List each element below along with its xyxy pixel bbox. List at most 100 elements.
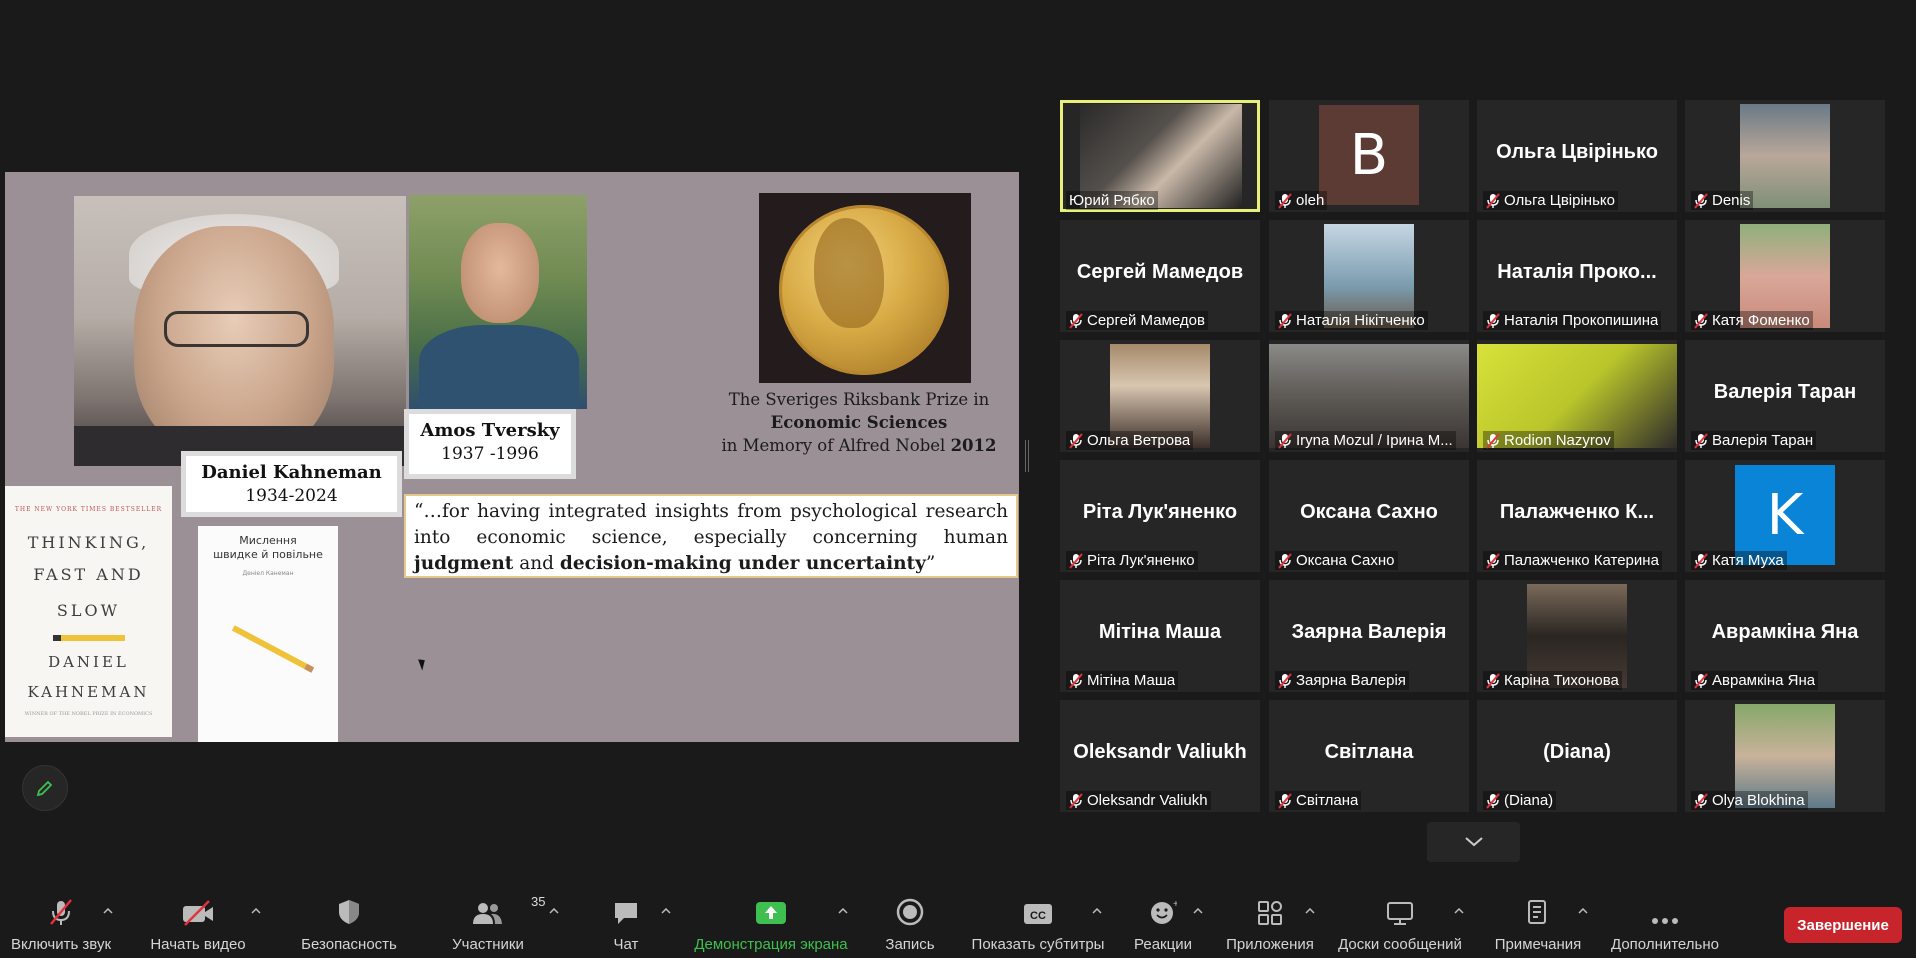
participants-button[interactable]: 35 Участники <box>448 888 545 958</box>
book2-title-1: Мислення <box>239 534 297 547</box>
book1-author-2: KAHNEMAN <box>27 683 150 701</box>
participant-label: Rodion Nazyrov <box>1483 431 1614 450</box>
gallery-next-page-button[interactable] <box>1427 822 1520 862</box>
notes-label: Примечания <box>1494 936 1582 953</box>
participant-tile[interactable]: Boleh <box>1269 100 1469 212</box>
mic-muted-icon <box>1694 192 1708 209</box>
participant-tile[interactable]: Ріта Лук'яненко Ріта Лук'яненко <box>1060 460 1260 572</box>
whiteboards-options-caret[interactable] <box>1454 908 1464 918</box>
participant-display-name: Світлана <box>1324 741 1414 763</box>
notes-button[interactable]: Примечания <box>1488 888 1588 958</box>
participant-tile[interactable]: Ольга Ветрова <box>1060 340 1260 452</box>
whiteboards-button[interactable]: Доски сообщений <box>1332 888 1468 958</box>
notes-options-caret[interactable] <box>1578 908 1588 918</box>
mic-muted-icon <box>1694 792 1708 809</box>
participant-label: Наталія Нікітченко <box>1275 311 1428 330</box>
participant-label: Oleksandr Valiukh <box>1066 791 1211 810</box>
participant-label: Катя Фоменко <box>1691 311 1813 330</box>
apps-button[interactable]: Приложения <box>1222 888 1318 958</box>
participant-tile[interactable]: Мітіна Маша Мітіна Маша <box>1060 580 1260 692</box>
participant-tile[interactable]: Oleksandr Valiukh Oleksandr Valiukh <box>1060 700 1260 812</box>
participant-display-name: Палажченко К... <box>1499 501 1655 523</box>
participant-tile[interactable]: Ольга Цвірінько Ольга Цвірінько <box>1477 100 1677 212</box>
audio-options-caret[interactable] <box>103 908 113 918</box>
mic-muted-icon <box>1069 432 1083 449</box>
emoji-icon: + <box>1151 899 1177 924</box>
participant-name: Аврамкіна Яна <box>1712 672 1816 689</box>
participant-name: Катя Фоменко <box>1712 312 1810 329</box>
mic-muted-icon <box>1486 192 1500 209</box>
svg-text:CC: CC <box>1030 910 1046 922</box>
participant-tile[interactable]: Olya Blokhina <box>1685 700 1885 812</box>
participant-tile[interactable]: Rodion Nazyrov <box>1477 340 1677 452</box>
participant-tile[interactable]: Палажченко К... Палажченко Катерина <box>1477 460 1677 572</box>
participant-tile[interactable]: Юрий Рябко <box>1060 100 1260 212</box>
participant-display-name: Наталія Проко... <box>1497 261 1657 283</box>
apps-options-caret[interactable] <box>1305 908 1315 918</box>
quote-text: “…for having integrated insights from ps… <box>414 501 1008 548</box>
participant-tile[interactable]: (Diana) (Diana) <box>1477 700 1677 812</box>
chevron-up-icon <box>1578 908 1588 914</box>
quote-bold-2: decision-making under uncertainty <box>559 553 926 574</box>
participant-label: (Diana) <box>1483 791 1557 810</box>
share-screen-icon <box>756 902 786 924</box>
share-screen-label: Демонстрация экрана <box>694 936 848 953</box>
participant-label: Оксана Сахно <box>1275 551 1398 570</box>
share-options-caret[interactable] <box>838 908 848 918</box>
record-icon <box>896 898 924 926</box>
show-captions-label: Показать субтитры <box>971 936 1105 953</box>
kahneman-photo <box>74 196 406 466</box>
book1-title-2: FAST AND SLOW <box>33 565 144 620</box>
participant-tile[interactable]: Сергей Мамедов Сергей Мамедов <box>1060 220 1260 332</box>
participant-name: Ольга Ветрова <box>1087 432 1191 449</box>
shared-screen: Daniel Kahneman 1934-2024 Amos Tversky 1… <box>5 172 1019 742</box>
avatar: K <box>1735 465 1835 565</box>
participant-tile[interactable]: Оксана Сахно Оксана Сахно <box>1269 460 1469 572</box>
chat-button[interactable]: Чат <box>600 888 652 958</box>
participant-tile[interactable]: Валерія Таран Валерія Таран <box>1685 340 1885 452</box>
participant-name: Ольга Цвірінько <box>1504 192 1615 209</box>
participant-tile[interactable]: Наталія Проко... Наталія Прокопишина <box>1477 220 1677 332</box>
show-captions-button[interactable]: CC Показать субтитры <box>970 888 1106 958</box>
apps-label: Приложения <box>1226 936 1314 953</box>
participant-label: Сергей Мамедов <box>1066 311 1208 330</box>
participant-tile[interactable]: Катя Фоменко <box>1685 220 1885 332</box>
participant-tile[interactable]: Світлана Світлана <box>1269 700 1469 812</box>
participant-name: Заярна Валерія <box>1296 672 1406 689</box>
start-video-button[interactable]: Начать видео <box>144 888 252 958</box>
security-label: Безопасность <box>301 936 397 953</box>
reactions-button[interactable]: + Реакции <box>1130 888 1196 958</box>
nobel-medal-image <box>759 193 971 383</box>
record-label: Запись <box>885 936 935 953</box>
participant-name: oleh <box>1296 192 1325 209</box>
participant-name: Світлана <box>1296 792 1359 809</box>
mic-muted-icon <box>1069 672 1083 689</box>
participant-tile[interactable]: Denis <box>1685 100 1885 212</box>
security-button[interactable]: Безопасность <box>296 888 402 958</box>
book1-author-1: DANIEL <box>48 653 129 671</box>
svg-text:+: + <box>1173 899 1177 910</box>
video-options-caret[interactable] <box>251 908 261 918</box>
participant-tile[interactable]: Аврамкіна Яна Аврамкіна Яна <box>1685 580 1885 692</box>
participant-tile[interactable]: Каріна Тихонова <box>1477 580 1677 692</box>
record-button[interactable]: Запись <box>880 888 940 958</box>
more-button[interactable]: Дополнительно <box>1606 888 1724 958</box>
participant-tile[interactable]: K Катя Муха <box>1685 460 1885 572</box>
mic-muted-icon <box>1486 792 1500 809</box>
resize-handle[interactable] <box>1025 440 1029 472</box>
annotate-button[interactable] <box>22 765 68 811</box>
quote-and: and <box>513 553 560 574</box>
participant-tile[interactable]: Заярна Валерія Заярна Валерія <box>1269 580 1469 692</box>
participant-tile[interactable]: Наталія Нікітченко <box>1269 220 1469 332</box>
reactions-options-caret[interactable] <box>1193 908 1203 918</box>
participant-label: Ольга Цвірінько <box>1483 191 1618 210</box>
chat-options-caret[interactable] <box>661 908 671 918</box>
participant-name: Oleksandr Valiukh <box>1087 792 1208 809</box>
participant-tile[interactable]: Iryna Mozul / Ірина М... <box>1269 340 1469 452</box>
participants-options-caret[interactable] <box>549 908 559 918</box>
end-meeting-button[interactable]: Завершение <box>1784 907 1902 943</box>
share-screen-button[interactable]: Демонстрация экрана <box>690 888 852 958</box>
mic-muted-icon <box>1486 432 1500 449</box>
unmute-button[interactable]: Включить звук <box>6 888 116 958</box>
captions-options-caret[interactable] <box>1092 908 1102 918</box>
